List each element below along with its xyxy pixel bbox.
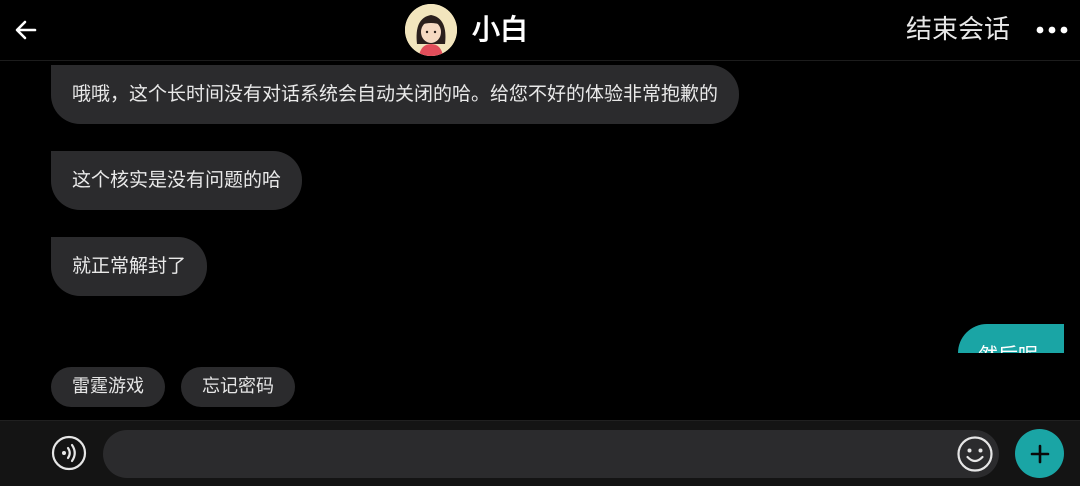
quick-reply-bar: 雷霆游戏 忘记密码 (51, 367, 295, 407)
chat-header: 小白 结束会话 (0, 0, 1080, 61)
avatar-icon (405, 4, 457, 56)
plus-button[interactable] (1015, 429, 1064, 478)
quick-reply-chip[interactable]: 忘记密码 (181, 367, 295, 407)
chat-screen: 小白 结束会话 哦哦，这个长时间没有对话系统会自动关闭的哈。给您不好的体验非常抱… (0, 0, 1080, 486)
plus-icon (1030, 444, 1049, 463)
message-bubble-incoming[interactable]: 这个核实是没有问题的哈 (51, 151, 303, 210)
voice-icon (51, 435, 87, 471)
end-session-button[interactable]: 结束会话 (906, 12, 1010, 48)
message-bubble-outgoing[interactable]: 然后呢 (958, 324, 1064, 353)
message-bubble-incoming[interactable]: 就正常解封了 (51, 237, 208, 296)
arrow-left-icon (15, 20, 37, 40)
message-input[interactable] (103, 430, 999, 478)
contact-name: 小白 (472, 13, 529, 46)
more-button[interactable] (1034, 14, 1070, 46)
message-list[interactable]: 哦哦，这个长时间没有对话系统会自动关闭的哈。给您不好的体验非常抱歉的 这个核实是… (0, 61, 1080, 353)
emoji-icon (957, 436, 993, 472)
quick-reply-chip[interactable]: 雷霆游戏 (51, 367, 165, 407)
avatar[interactable] (405, 4, 457, 56)
emoji-button[interactable] (956, 435, 994, 473)
more-horizontal-icon (1036, 26, 1068, 34)
composer-bar (0, 420, 1080, 486)
back-button[interactable] (8, 12, 44, 48)
voice-button[interactable] (51, 435, 87, 471)
message-bubble-incoming[interactable]: 哦哦，这个长时间没有对话系统会自动关闭的哈。给您不好的体验非常抱歉的 (51, 65, 740, 124)
